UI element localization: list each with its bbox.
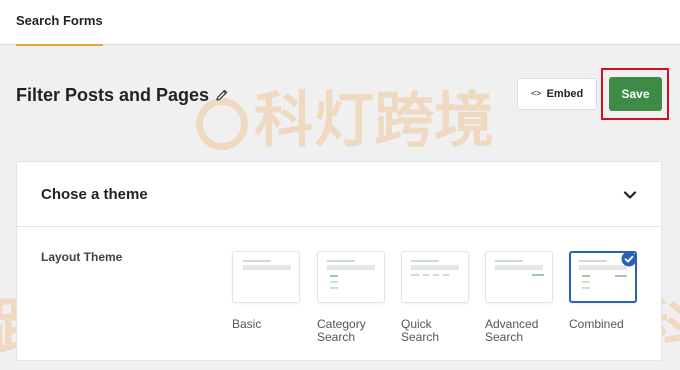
save-button[interactable]: Save (609, 77, 662, 111)
theme-label-quick-search: Quick Search (401, 318, 481, 344)
thumb-line (330, 287, 338, 289)
check-circle-icon (621, 251, 637, 267)
thumb-searchbar (579, 265, 627, 270)
theme-card-title: Chose a theme (41, 186, 148, 203)
page-title: Filter Posts and Pages (16, 85, 210, 105)
thumb-line (615, 275, 627, 277)
active-tab-indicator (16, 44, 103, 46)
tab-search-forms-label: Search Forms (16, 13, 103, 28)
theme-option-combined[interactable] (569, 251, 637, 303)
theme-option-quick-search[interactable] (401, 251, 469, 303)
theme-label-line: Combined (569, 317, 624, 331)
top-tab-bar: Search Forms (0, 0, 680, 46)
thumb-searchbar (327, 265, 375, 270)
thumb-searchbar (243, 265, 291, 270)
tab-search-forms[interactable]: Search Forms (16, 0, 103, 46)
thumb-searchbar (411, 265, 459, 270)
thumb-line (582, 281, 590, 283)
theme-label-line: Search (317, 330, 356, 344)
theme-label-line: Search (401, 330, 440, 344)
thumb-line (411, 260, 439, 262)
thumb-line (495, 260, 523, 262)
thumb-line (330, 281, 338, 283)
theme-option-advanced-search[interactable] (485, 251, 553, 303)
embed-button[interactable]: <> Embed (517, 78, 597, 110)
theme-label-basic: Basic (232, 318, 312, 331)
theme-option-basic[interactable] (232, 251, 300, 303)
theme-label-line: Search (485, 330, 524, 344)
thumb-line (327, 260, 355, 262)
theme-option-category-search[interactable] (317, 251, 385, 303)
theme-label-line: Basic (232, 317, 262, 331)
thumb-line (411, 274, 419, 276)
watermark-logo-center: 科灯跨境 (196, 72, 494, 159)
theme-card: Chose a theme Layout Theme Basic Categor… (16, 161, 662, 361)
thumb-searchbar (495, 265, 543, 270)
thumb-line (582, 287, 590, 289)
embed-button-label: Embed (546, 88, 584, 100)
thumb-line (423, 274, 429, 276)
save-button-label: Save (621, 87, 650, 101)
chevron-down-icon[interactable] (621, 186, 639, 204)
thumb-line (582, 275, 590, 277)
thumb-line (532, 274, 544, 276)
thumb-line (330, 275, 338, 277)
thumb-line (433, 274, 439, 276)
theme-card-header[interactable]: Chose a theme (17, 162, 661, 227)
theme-label-combined: Combined (569, 318, 649, 331)
thumb-line (243, 260, 271, 262)
pencil-icon[interactable] (214, 87, 230, 103)
code-icon: <> (530, 89, 542, 99)
thumb-line (579, 260, 607, 262)
layout-theme-label: Layout Theme (41, 250, 123, 264)
theme-label-advanced-search: Advanced Search (485, 318, 565, 344)
thumb-line (443, 274, 449, 276)
theme-label-category-search: Category Search (317, 318, 397, 344)
